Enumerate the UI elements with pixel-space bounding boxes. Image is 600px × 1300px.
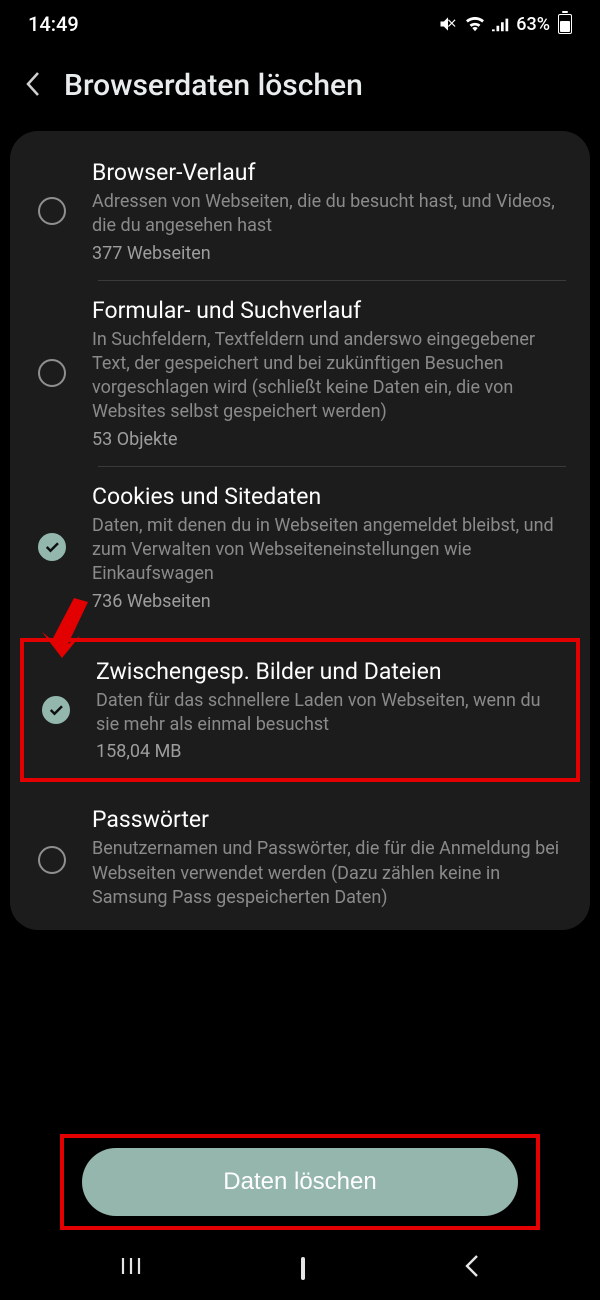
row-count: 377 Webseiten [92,243,566,264]
checkbox-form-search[interactable] [38,359,66,387]
nav-back-button[interactable] [463,1253,481,1283]
page-title: Browserdaten löschen [64,68,363,103]
checkbox-cookies[interactable] [38,533,66,561]
settings-card: Browser-Verlauf Adressen von Webseiten, … [10,131,590,930]
row-desc: In Suchfeldern, Textfeldern und anderswo… [92,328,566,425]
row-cookies[interactable]: Cookies und Sitedaten Daten, mit denen d… [10,467,590,628]
row-count: 158,04 MB [96,741,562,762]
nav-bar [0,1236,600,1300]
row-desc: Daten für das schnellere Laden von Webse… [96,689,562,738]
delete-data-button[interactable]: Daten löschen [82,1148,518,1216]
row-passwords[interactable]: Passwörter Benutzernamen und Passwörter,… [10,782,590,930]
row-count: 736 Webseiten [92,591,566,612]
checkbox-cached-files[interactable] [42,696,70,724]
row-desc: Adressen von Webseiten, die du besucht h… [92,190,566,239]
checkbox-browser-history[interactable] [38,197,66,225]
annotation-arrow-icon [42,596,92,660]
row-desc: Benutzernamen und Passwörter, die für di… [92,837,566,910]
nav-recent-button[interactable] [119,1254,143,1282]
battery-text: 63% [516,14,550,35]
row-desc: Daten, mit denen du in Webseiten angemel… [92,514,566,587]
row-browser-history[interactable]: Browser-Verlauf Adressen von Webseiten, … [10,143,590,280]
nav-home-button[interactable] [301,1259,305,1278]
highlight-cached-files: Zwischengesp. Bilder und Dateien Daten f… [20,638,580,783]
row-title: Zwischengesp. Bilder und Dateien [96,658,562,685]
signal-icon [492,16,510,32]
battery-icon [558,14,572,34]
row-count: 53 Objekte [92,429,566,450]
mute-icon [438,14,458,34]
row-cached-files[interactable]: Zwischengesp. Bilder und Dateien Daten f… [24,642,576,779]
row-title: Passwörter [92,806,566,833]
page-header: Browserdaten löschen [0,44,600,131]
status-bar: 14:49 63% [0,0,600,44]
row-title: Formular- und Suchverlauf [92,297,566,324]
row-title: Cookies und Sitedaten [92,483,566,510]
wifi-icon [464,15,486,33]
back-button[interactable] [24,69,44,103]
status-time: 14:49 [28,12,79,36]
row-title: Browser-Verlauf [92,159,566,186]
action-area: Daten löschen [0,1134,600,1230]
checkbox-passwords[interactable] [38,846,66,874]
status-right: 63% [438,14,572,35]
row-form-search[interactable]: Formular- und Suchverlauf In Suchfeldern… [10,281,590,466]
highlight-action: Daten löschen [60,1134,540,1230]
